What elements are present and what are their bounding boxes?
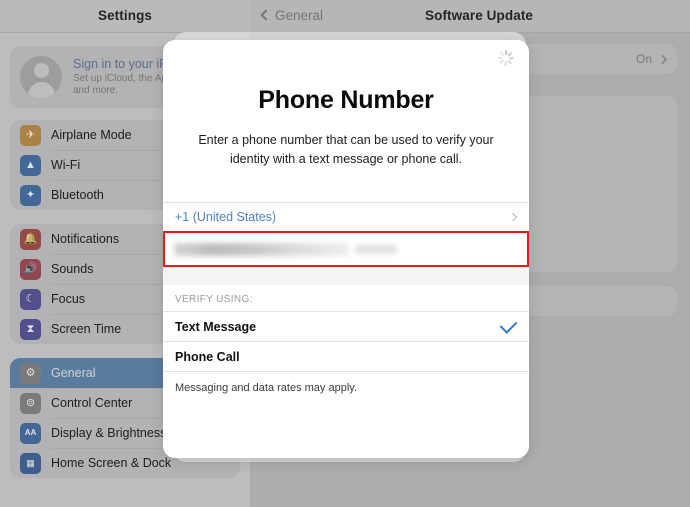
bell-icon: 🔔 bbox=[20, 228, 41, 250]
hourglass-icon: ⧗ bbox=[20, 318, 41, 340]
option-phone-call[interactable]: Phone Call bbox=[163, 341, 529, 371]
redacted-phone-value-2 bbox=[355, 244, 397, 254]
option-label: Phone Call bbox=[175, 349, 240, 364]
dialog-title: Phone Number bbox=[258, 86, 434, 114]
back-to-general-button[interactable]: General bbox=[260, 8, 324, 23]
sidebar-titlebar: Settings bbox=[0, 0, 250, 33]
option-label: Text Message bbox=[175, 319, 257, 334]
section-spacer bbox=[163, 267, 529, 285]
checkmark-icon bbox=[499, 315, 518, 334]
settings-title: Settings bbox=[97, 8, 153, 23]
page-title: Software Update bbox=[425, 8, 534, 23]
dialog-subtitle: Enter a phone number that can be used to… bbox=[198, 133, 494, 166]
sign-in-title: Sign in to your iPa bbox=[73, 57, 175, 71]
phone-number-input[interactable] bbox=[163, 231, 529, 267]
sliders-icon: ⊜ bbox=[20, 392, 41, 414]
option-text-message[interactable]: Text Message bbox=[163, 311, 529, 341]
verify-using-label: VERIFY USING: bbox=[163, 285, 529, 311]
ipad-settings-screen: Settings General Software Update Sign in… bbox=[0, 0, 690, 507]
detail-titlebar: General Software Update bbox=[250, 0, 690, 33]
text-size-icon: AA bbox=[20, 422, 41, 444]
chevron-left-icon bbox=[260, 8, 272, 21]
bluetooth-icon: ✦ bbox=[20, 184, 41, 206]
grid-icon: ▦ bbox=[20, 452, 41, 474]
back-label: General bbox=[275, 8, 324, 23]
moon-icon: ☾ bbox=[20, 288, 41, 310]
phone-number-dialog: Phone Number Enter a phone number that c… bbox=[163, 40, 529, 458]
gear-icon: ⚙ bbox=[20, 362, 41, 384]
sign-in-sub-line-1: Set up iCloud, the App bbox=[73, 73, 173, 84]
activity-spinner-icon bbox=[497, 49, 515, 67]
chevron-right-icon bbox=[657, 54, 668, 64]
rates-note: Messaging and data rates may apply. bbox=[163, 371, 529, 394]
country-code-selector[interactable]: +1 (United States) bbox=[163, 202, 529, 231]
speaker-icon: 🔊 bbox=[20, 258, 41, 280]
airplane-icon: ✈ bbox=[20, 124, 41, 146]
chevron-right-icon bbox=[508, 212, 518, 222]
status-value: On bbox=[635, 52, 652, 66]
wifi-icon: ▲ bbox=[20, 154, 41, 176]
sign-in-sub-line-2: and more. bbox=[73, 85, 119, 96]
country-code-value: +1 (United States) bbox=[175, 210, 277, 224]
avatar bbox=[20, 56, 62, 98]
redacted-phone-value bbox=[174, 242, 349, 256]
